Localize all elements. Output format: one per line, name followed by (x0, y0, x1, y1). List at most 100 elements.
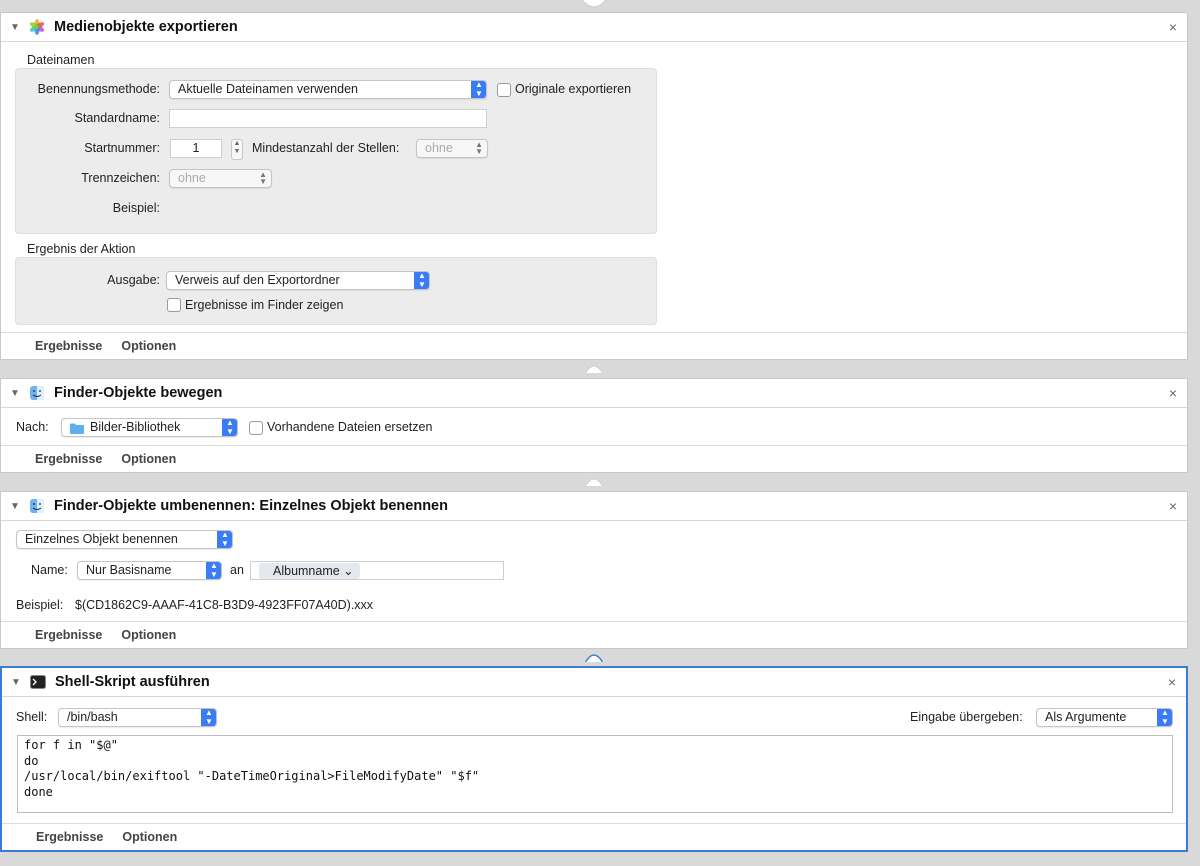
output-label: Ausgabe: (107, 273, 160, 287)
chevron-updown-icon: ▲ ▼ (475, 140, 483, 156)
at-label: an (230, 563, 244, 577)
chevron-updown-icon: ▲ ▼ (1157, 709, 1172, 726)
start-number-label: Startnummer: (84, 141, 160, 155)
replace-existing-label: Vorhandene Dateien ersetzen (267, 420, 433, 434)
name-value: Nur Basisname (86, 563, 172, 577)
terminal-icon (30, 674, 46, 690)
export-originals-label: Originale exportieren (515, 82, 632, 96)
results-tab[interactable]: Ergebnisse (35, 628, 102, 642)
disclosure-triangle-icon[interactable]: ▼ (11, 677, 21, 688)
separator-popup[interactable]: ohne ▲ ▼ (169, 169, 272, 188)
close-icon[interactable]: × (1169, 498, 1177, 514)
close-icon[interactable]: × (1169, 385, 1177, 401)
section-title-filenames: Dateinamen (27, 53, 95, 67)
script-line: done (24, 784, 53, 799)
workflow-connector (584, 654, 604, 662)
script-line: do (24, 753, 39, 768)
disclosure-triangle-icon[interactable]: ▼ (10, 388, 20, 399)
naming-method-label: Benennungsmethode: (37, 82, 160, 96)
separator-value: ohne (178, 171, 206, 185)
photos-icon (29, 19, 45, 35)
card-header: ▼ Finder-Objekte umbenennen: Einzelnes O… (1, 492, 1187, 521)
rename-mode-popup[interactable]: Einzelnes Objekt benennen ▲ ▼ (16, 530, 233, 549)
chevron-updown-icon: ▲ ▼ (471, 81, 486, 98)
album-name-token[interactable]: Albumname ⌄ (259, 563, 360, 579)
chevron-updown-icon: ▲ ▼ (259, 170, 267, 186)
replace-existing-checkbox[interactable] (249, 421, 263, 435)
example-label: Beispiel: (112, 201, 160, 215)
close-icon[interactable]: × (1168, 674, 1176, 690)
folder-icon (70, 422, 84, 434)
options-tab[interactable]: Optionen (121, 452, 176, 466)
card-footer: Ergebnisse Optionen (1, 332, 1187, 359)
options-tab[interactable]: Optionen (122, 830, 177, 844)
options-tab[interactable]: Optionen (121, 628, 176, 642)
results-tab[interactable]: Ergebnisse (36, 830, 103, 844)
chevron-updown-icon: ▲ ▼ (201, 709, 216, 726)
close-icon[interactable]: × (1169, 19, 1177, 35)
name-token-field[interactable]: Albumname ⌄ (250, 561, 504, 580)
card-title: Finder-Objekte bewegen (54, 385, 223, 401)
card-title: Finder-Objekte umbenennen: Einzelnes Obj… (54, 498, 448, 514)
card-footer: Ergebnisse Optionen (1, 445, 1187, 472)
action-card-export-media: ▼ Medienobjekte exportieren × Dateinamen… (0, 12, 1188, 360)
naming-method-value: Aktuelle Dateinamen verwenden (178, 82, 358, 96)
script-line: /usr/local/bin/exiftool "-DateTimeOrigin… (24, 769, 480, 783)
finder-icon (29, 385, 45, 401)
action-card-move-finder-items: ▼ Finder-Objekte bewegen × Nach: Bilder-… (0, 378, 1188, 473)
script-line: for f in "$@" (24, 738, 118, 752)
destination-value: Bilder-Bibliothek (90, 420, 181, 434)
export-originals-checkbox[interactable] (497, 83, 511, 97)
card-header: ▼ Medienobjekte exportieren × (1, 13, 1187, 42)
card-header: ▼ Finder-Objekte bewegen × (1, 379, 1187, 408)
example-value: $(CD1862C9-AAAF-41C8-B3D9-4923FF07A40D).… (75, 598, 374, 612)
output-value: Verweis auf den Exportordner (175, 273, 340, 287)
chevron-updown-icon: ▲ ▼ (217, 531, 232, 548)
shell-popup[interactable]: /bin/bash ▲ ▼ (58, 708, 217, 727)
start-number-stepper[interactable]: ▲ ▼ (231, 139, 243, 160)
default-name-label: Standardname: (74, 111, 160, 125)
card-title: Shell-Skript ausführen (55, 674, 210, 690)
pass-input-value: Als Argumente (1045, 710, 1127, 724)
result-group (15, 257, 657, 325)
results-tab[interactable]: Ergebnisse (35, 452, 102, 466)
chevron-updown-icon: ▲ ▼ (206, 562, 221, 579)
min-digits-label: Mindestanzahl der Stellen: (252, 141, 400, 155)
name-popup[interactable]: Nur Basisname ▲ ▼ (77, 561, 222, 580)
chevron-updown-icon: ▲ ▼ (222, 419, 237, 436)
shell-label: Shell: (16, 710, 48, 724)
card-title: Medienobjekte exportieren (54, 19, 238, 35)
start-number-value: 1 (192, 141, 200, 155)
script-editor[interactable]: for f in "$@" do /usr/local/bin/exiftool… (17, 735, 1173, 813)
separator-label: Trennzeichen: (81, 171, 160, 185)
chevron-updown-icon: ▲ ▼ (414, 272, 429, 289)
min-digits-value: ohne (425, 141, 453, 155)
output-popup[interactable]: Verweis auf den Exportordner ▲ ▼ (166, 271, 430, 290)
finder-icon (29, 498, 45, 514)
pass-input-popup[interactable]: Als Argumente ▲ ▼ (1036, 708, 1173, 727)
disclosure-triangle-icon[interactable]: ▼ (10, 22, 20, 33)
action-card-rename-finder-items: ▼ Finder-Objekte umbenennen: Einzelnes O… (0, 491, 1188, 649)
rename-mode-value: Einzelnes Objekt benennen (25, 532, 178, 546)
section-title-result: Ergebnis der Aktion (27, 242, 136, 256)
action-card-run-shell-script: ▼ Shell-Skript ausführen × Shell: /bin/b… (0, 666, 1188, 852)
show-in-finder-checkbox[interactable] (167, 298, 181, 312)
show-in-finder-label: Ergebnisse im Finder zeigen (185, 298, 344, 312)
card-footer: Ergebnisse Optionen (2, 823, 1186, 850)
workflow-connector (585, 478, 603, 486)
shell-value: /bin/bash (67, 710, 118, 724)
options-tab[interactable]: Optionen (121, 339, 176, 353)
card-footer: Ergebnisse Optionen (1, 621, 1187, 648)
name-label: Name: (31, 563, 68, 577)
workflow-connector (585, 365, 603, 373)
disclosure-triangle-icon[interactable]: ▼ (10, 501, 20, 512)
destination-popup[interactable]: Bilder-Bibliothek ▲ ▼ (61, 418, 238, 437)
start-number-field[interactable]: 1 (170, 139, 222, 158)
example-label: Beispiel: (16, 598, 64, 612)
card-header: ▼ Shell-Skript ausführen × (2, 668, 1186, 697)
default-name-field[interactable] (169, 109, 487, 128)
min-digits-popup[interactable]: ohne ▲ ▼ (416, 139, 488, 158)
naming-method-popup[interactable]: Aktuelle Dateinamen verwenden ▲ ▼ (169, 80, 487, 99)
pass-input-label: Eingabe übergeben: (910, 710, 1023, 724)
results-tab[interactable]: Ergebnisse (35, 339, 102, 353)
